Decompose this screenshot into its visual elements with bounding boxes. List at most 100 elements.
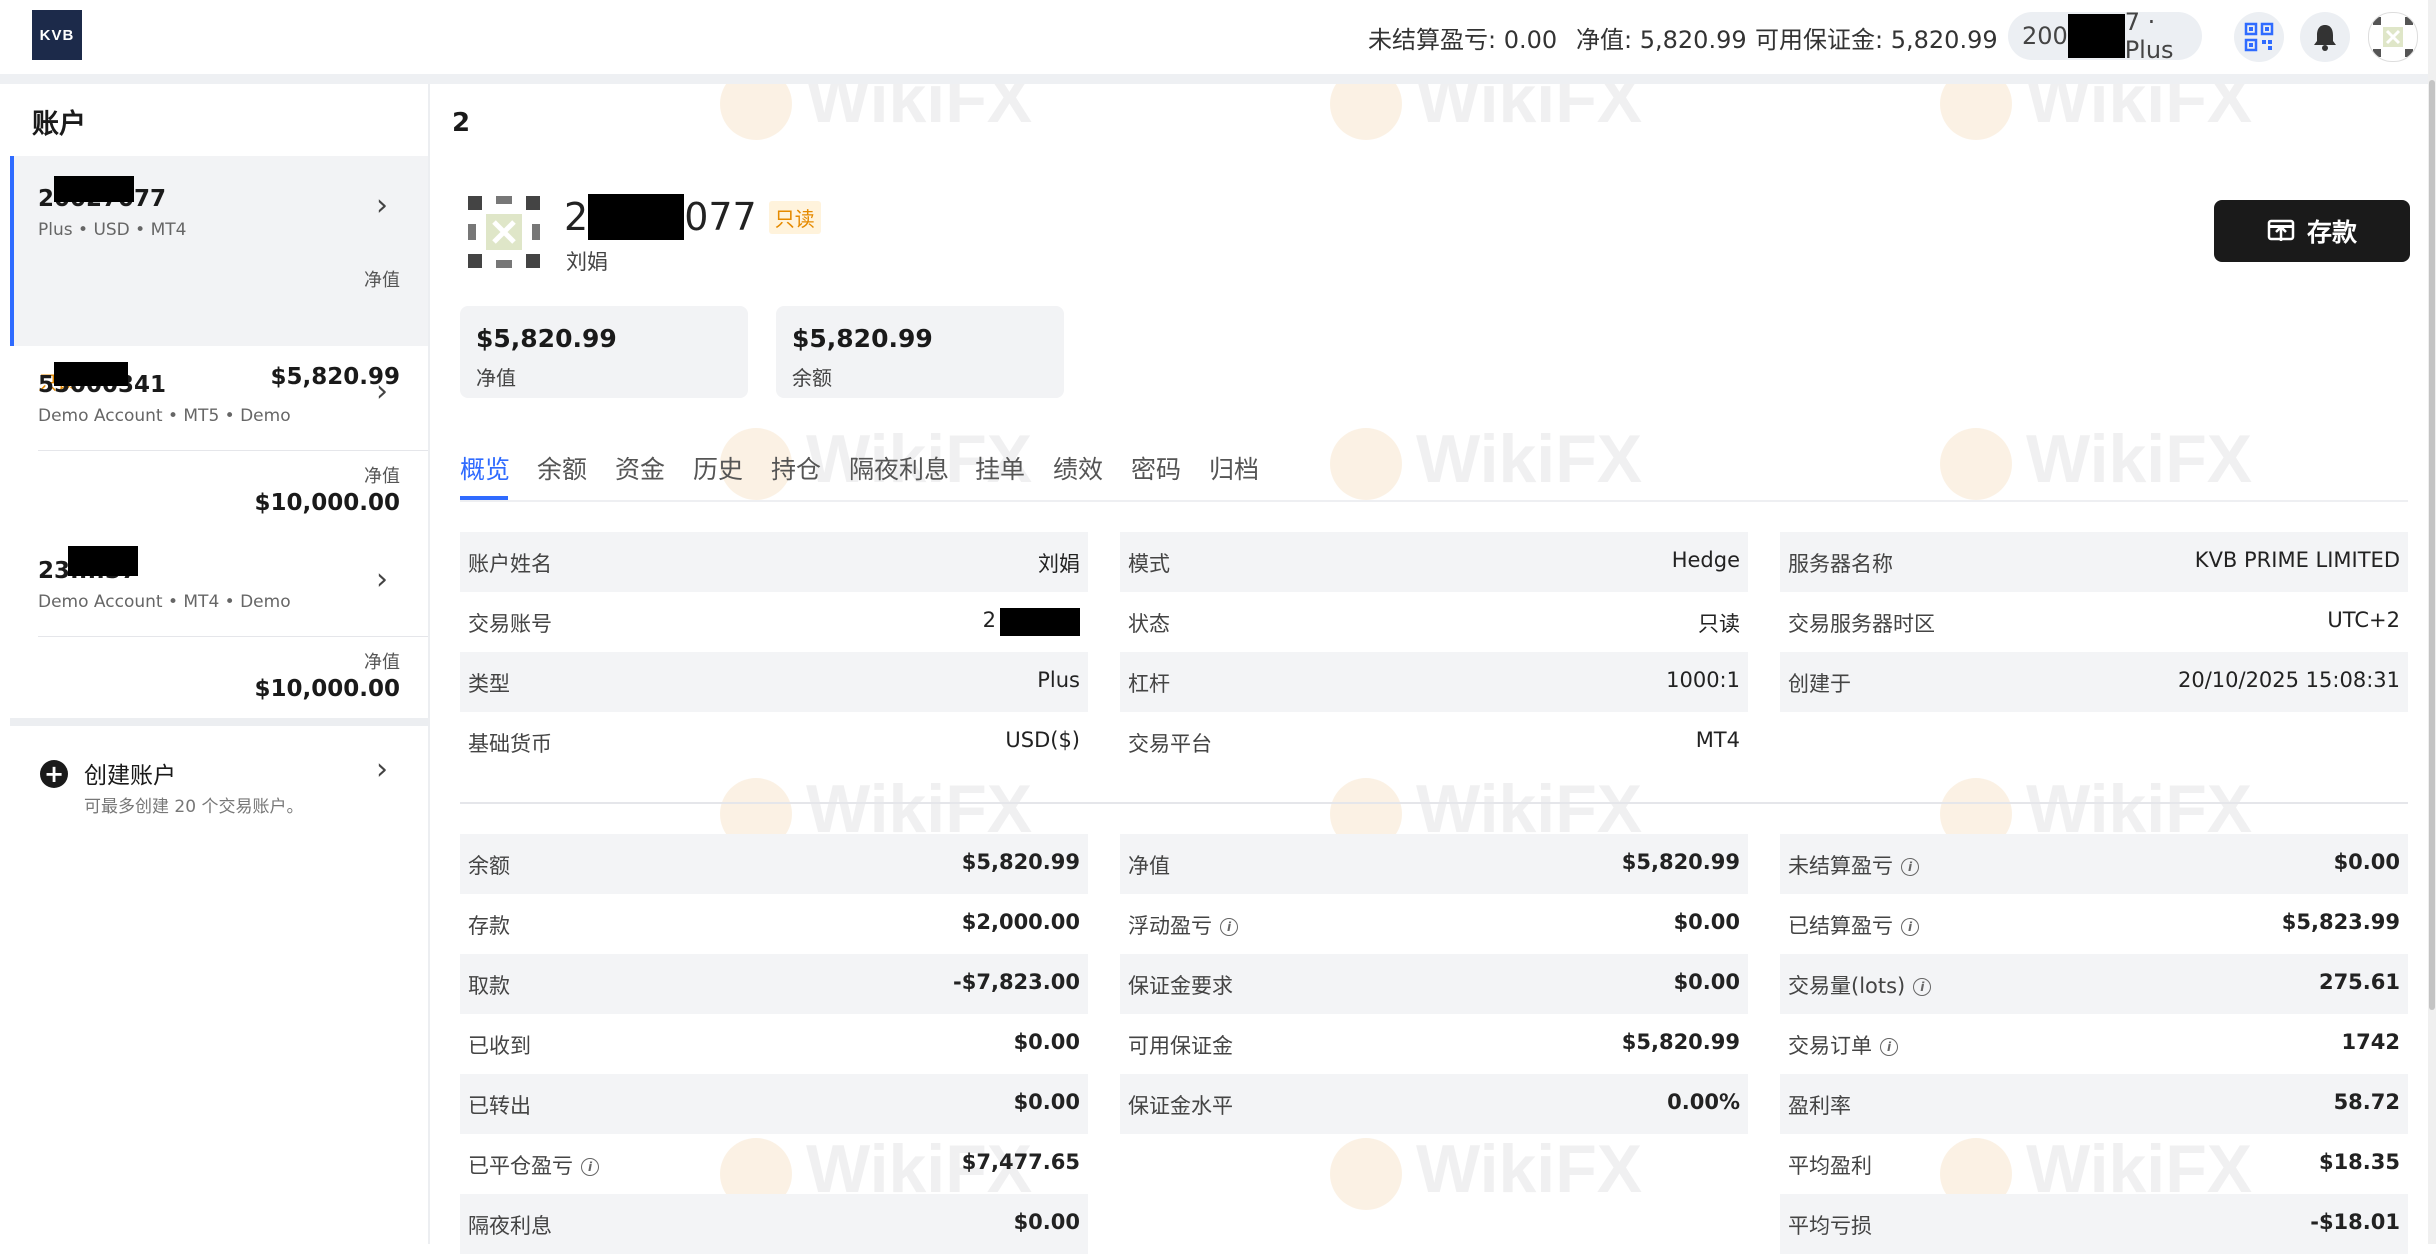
stats-key: 未结算盈亏 i	[1788, 850, 1919, 880]
account-switcher-pill[interactable]: 200 7 · Plus	[2008, 8, 2202, 64]
stats-row: 已收到 $0.00 可用保证金 $5,820.99 交易订单 i 1742	[460, 1014, 2408, 1074]
watermark-text: WikiFX	[1416, 421, 1643, 497]
info-icon[interactable]: i	[1901, 918, 1919, 936]
deposit-button[interactable]: 存款	[2214, 200, 2410, 262]
summary-label: 净值	[476, 366, 516, 390]
account-sub: Demo Account • MT5 • Demo	[38, 406, 291, 426]
equity-label: 净值:	[1576, 26, 1633, 54]
stats-row: 已平仓盈亏 i $7,477.65 平均盈利 $18.35	[460, 1134, 2408, 1194]
stats-key: 浮动盈亏 i	[1128, 910, 1238, 940]
stats-value: $0.00	[1013, 1030, 1080, 1054]
chevron-right-icon: ›	[376, 562, 388, 597]
stats-value: $7,477.65	[961, 1150, 1080, 1174]
info-icon[interactable]: i	[1220, 918, 1238, 936]
stats-cell: 保证金水平 0.00%	[1120, 1074, 1748, 1134]
info-row: 交易账号 2 状态 只读 交易服务器时区 UTC+2	[460, 592, 2408, 652]
info-value: 只读	[1698, 612, 1740, 636]
tab-funds[interactable]: 资金	[615, 450, 665, 486]
chevron-right-icon: ›	[376, 374, 388, 409]
info-value: Plus	[1037, 668, 1080, 692]
stats-key: 交易量(lots) i	[1788, 970, 1932, 1000]
account-number-heading: 2 077 只读	[564, 194, 821, 240]
info-cell	[1780, 712, 2408, 772]
info-value: Hedge	[1671, 548, 1740, 572]
info-value: 2	[982, 608, 996, 632]
stats-key: 净值	[1128, 854, 1170, 878]
info-cell: 交易平台 MT4	[1120, 712, 1748, 772]
info-key: 状态	[1128, 612, 1170, 636]
stats-cell: 保证金要求 $0.00	[1120, 954, 1748, 1014]
info-icon[interactable]: i	[1913, 978, 1932, 996]
stats-value: 58.72	[2333, 1090, 2400, 1114]
tab-pending-orders[interactable]: 挂单	[975, 450, 1025, 486]
stats-value: -$7,823.00	[953, 970, 1080, 994]
tab-history[interactable]: 历史	[693, 450, 743, 486]
plus-circle-icon: +	[40, 760, 68, 788]
account-prefix: 2	[564, 195, 589, 239]
summary-card-equity: $5,820.99 净值	[460, 306, 748, 398]
info-cell: 状态 只读	[1120, 592, 1748, 652]
notification-button[interactable]	[2300, 12, 2350, 62]
info-icon[interactable]: i	[1880, 1038, 1898, 1056]
redaction-block	[2067, 14, 2125, 58]
tab-archive[interactable]: 归档	[1209, 450, 1259, 486]
user-avatar[interactable]	[2368, 12, 2418, 62]
create-account-row[interactable]: + 创建账户 可最多创建 20 个交易账户。 ›	[10, 726, 428, 826]
readonly-badge: 只读	[768, 200, 821, 234]
info-key: 服务器名称	[1788, 552, 1893, 576]
summary-value: $5,820.99	[792, 324, 933, 353]
top-bar: KVB 未结算盈亏: 0.00 净值: 5,820.99 可用保证金: 5,82…	[0, 0, 2436, 74]
deposit-label: 存款	[2306, 218, 2357, 247]
stats-cell: 隔夜利息 $0.00	[460, 1194, 1088, 1254]
equity-value: 5,820.99	[1639, 26, 1747, 54]
tab-password[interactable]: 密码	[1131, 450, 1181, 486]
qr-code-button[interactable]	[2234, 12, 2284, 62]
tab-overview[interactable]: 概览	[460, 450, 510, 486]
info-key: 交易账号	[468, 612, 552, 636]
stats-cell: 已收到 $0.00	[460, 1014, 1088, 1074]
info-key: 基础货币	[468, 732, 552, 756]
stats-key: 盈利率	[1788, 1094, 1851, 1118]
stats-key: 可用保证金	[1128, 1034, 1233, 1058]
tab-swap[interactable]: 隔夜利息	[849, 450, 949, 486]
stats-value: $18.35	[2318, 1150, 2400, 1174]
scrollbar-thumb[interactable]	[2429, 80, 2435, 1010]
tab-balance[interactable]: 余额	[537, 450, 587, 486]
chevron-right-icon: ›	[376, 188, 388, 223]
account-card[interactable]: 55000341 Demo Account • MT5 • Demo › 净值 …	[10, 346, 428, 532]
stats-key: 保证金要求	[1128, 974, 1233, 998]
info-cell: 创建于 20/10/2025 15:08:31	[1780, 652, 2408, 712]
account-equity-label: 净值	[364, 466, 400, 487]
info-key: 交易平台	[1128, 732, 1212, 756]
stats-cell	[1120, 1194, 1748, 1254]
deposit-icon	[2267, 219, 2295, 241]
kvb-logo[interactable]: KVB	[32, 10, 82, 60]
stats-key: 隔夜利息	[468, 1214, 552, 1238]
info-icon[interactable]: i	[1901, 858, 1919, 876]
unrealized-pnl-stat: 未结算盈亏: 0.00	[1368, 20, 1557, 55]
info-cell: 杠杆 1000:1	[1120, 652, 1748, 712]
stats-cell: 已转出 $0.00	[460, 1074, 1088, 1134]
divider	[38, 450, 428, 451]
unrealized-pnl-label: 未结算盈亏:	[1368, 26, 1497, 54]
account-card[interactable]: 23....37 Demo Account • MT4 • Demo › 净值 …	[10, 532, 428, 718]
info-value: 20/10/2025 15:08:31	[2177, 668, 2400, 692]
info-icon[interactable]: i	[581, 1158, 599, 1176]
stats-value: 0.00%	[1667, 1090, 1740, 1114]
account-equity-value: $10,000.00	[254, 676, 400, 702]
account-card-active[interactable]: 20027077 Plus • USD • MT4 › 净值 只读 $5,820…	[10, 156, 428, 394]
info-value: MT4	[1695, 728, 1740, 752]
identicon-icon	[2373, 17, 2413, 57]
sidebar-border	[428, 84, 430, 1244]
tab-performance[interactable]: 绩效	[1053, 450, 1103, 486]
stats-key: 已转出	[468, 1094, 531, 1118]
info-value: KVB PRIME LIMITED	[2194, 548, 2400, 572]
top-divider	[0, 74, 2436, 84]
redaction-block	[1000, 608, 1080, 636]
stats-key: 已结算盈亏 i	[1788, 910, 1919, 940]
stats-cell: 平均盈利 $18.35	[1780, 1134, 2408, 1194]
stats-value: $0.00	[1673, 910, 1740, 934]
identicon-icon	[468, 196, 540, 268]
wikifx-logo-icon	[1330, 428, 1402, 501]
tab-positions[interactable]: 持仓	[771, 450, 821, 486]
